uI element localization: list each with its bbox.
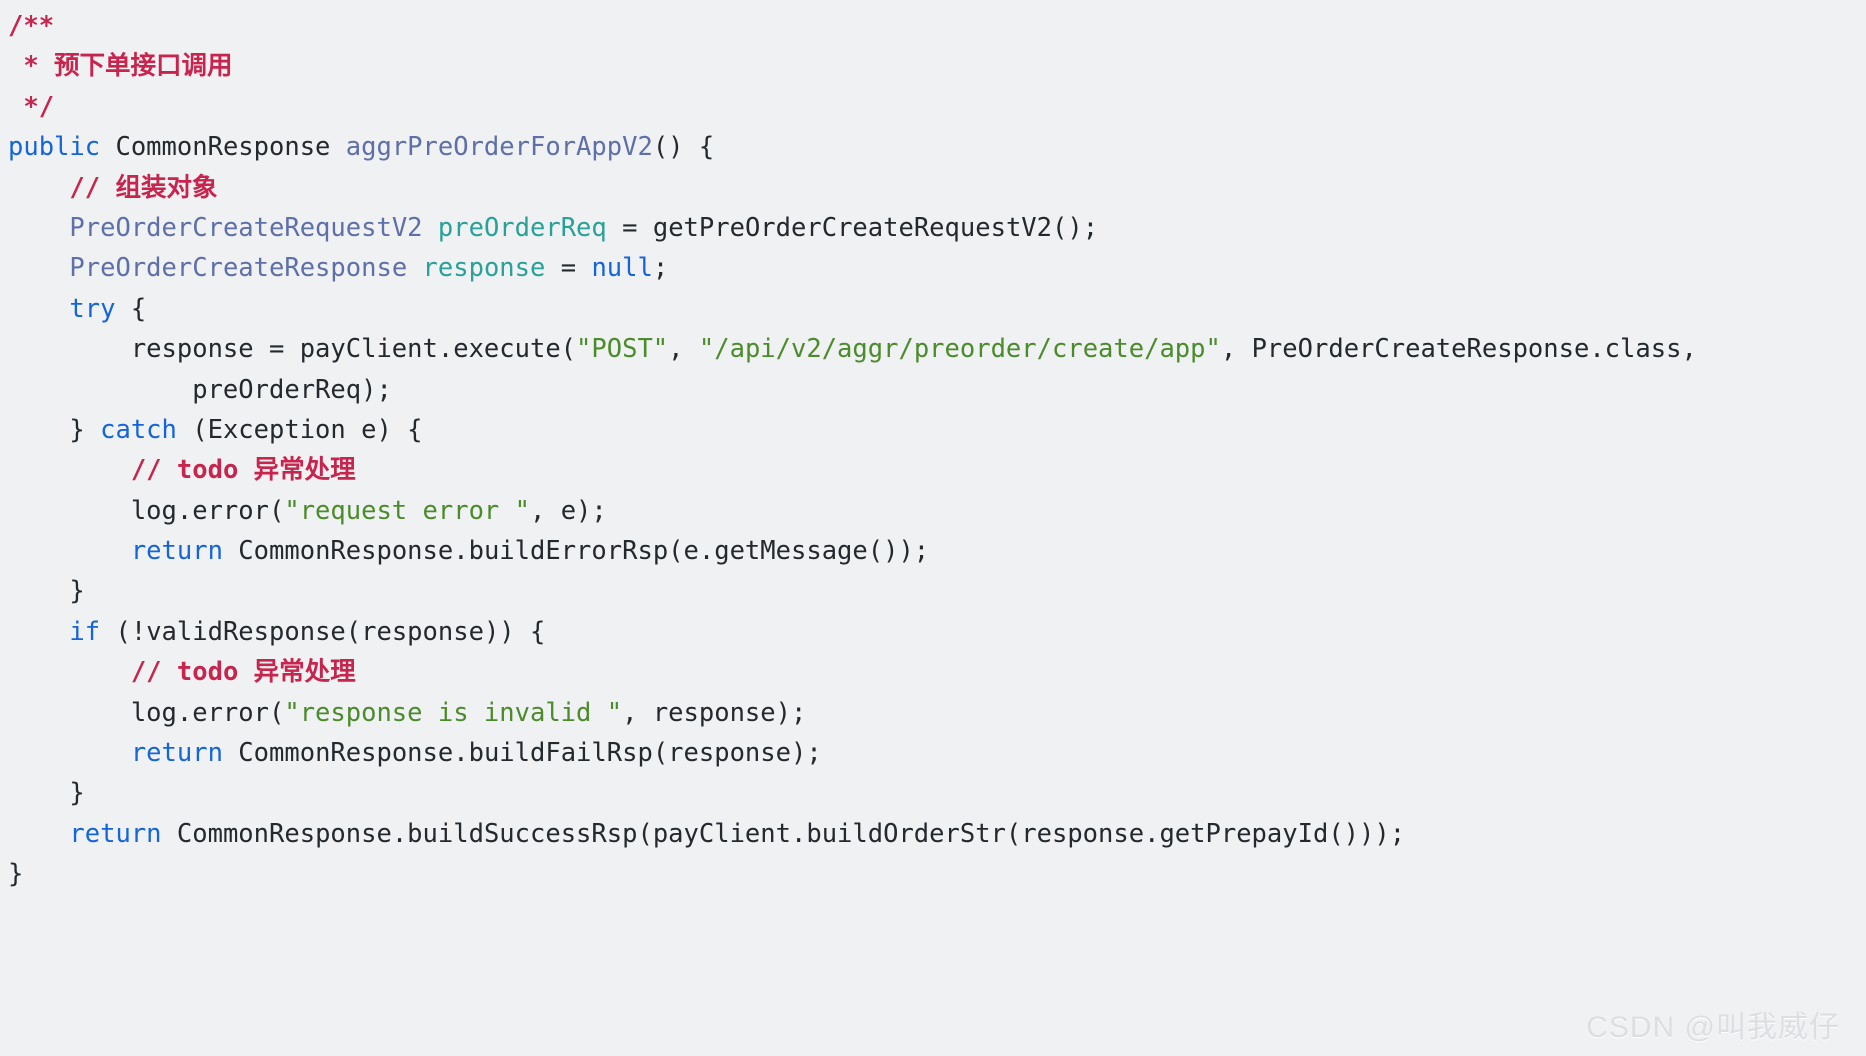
code-token-plain: response = payClient.execute( bbox=[8, 334, 577, 365]
code-line: } bbox=[8, 773, 1866, 813]
code-token-plain: preOrderReq); bbox=[8, 374, 392, 405]
code-line: * 预下单接口调用 bbox=[8, 46, 1866, 86]
code-token-keyword: return bbox=[130, 738, 223, 769]
code-token-plain: , bbox=[668, 334, 699, 365]
code-token-plain: (Exception e) { bbox=[176, 414, 423, 445]
code-token-keyword: try bbox=[69, 293, 116, 324]
code-token-keyword: if bbox=[69, 616, 101, 647]
code-token-plain: { bbox=[115, 293, 147, 324]
code-line: if (!validResponse(response)) { bbox=[8, 612, 1866, 652]
code-token-plain: CommonResponse.buildFailRsp(response); bbox=[222, 738, 822, 769]
code-token-plain: ; bbox=[652, 253, 669, 284]
code-line: } bbox=[8, 854, 1866, 894]
code-line: } catch (Exception e) { bbox=[8, 410, 1866, 450]
code-token-plain: CommonResponse.buildSuccessRsp(payClient… bbox=[161, 818, 1406, 849]
code-line: return CommonResponse.buildErrorRsp(e.ge… bbox=[8, 531, 1866, 571]
code-token-string: "response is invalid " bbox=[284, 697, 623, 728]
code-token-comment: // todo 异常处理 bbox=[130, 657, 356, 688]
code-token-comment: // 组装对象 bbox=[69, 172, 218, 203]
code-line: } bbox=[8, 571, 1866, 611]
code-line: PreOrderCreateRequestV2 preOrderReq = ge… bbox=[8, 208, 1866, 248]
code-token-keyword: return bbox=[130, 536, 223, 567]
code-token-plain: = getPreOrderCreateRequestV2(); bbox=[606, 212, 1099, 243]
code-token-plain: CommonResponse.buildErrorRsp(e.getMessag… bbox=[222, 536, 930, 567]
code-block: /** * 预下单接口调用 */ public CommonResponse ag… bbox=[0, 0, 1866, 1056]
code-line: return CommonResponse.buildFailRsp(respo… bbox=[8, 733, 1866, 773]
code-line: // todo 异常处理 bbox=[8, 450, 1866, 490]
code-token-string: "request error " bbox=[284, 495, 530, 526]
code-line: log.error("request error ", e); bbox=[8, 491, 1866, 531]
code-token-comment: // todo 异常处理 bbox=[130, 455, 356, 486]
code-line: // todo 异常处理 bbox=[8, 652, 1866, 692]
code-token-plain: log.error( bbox=[8, 697, 285, 728]
code-token-plain: CommonResponse bbox=[100, 132, 346, 163]
code-token-comment: * 预下单接口调用 bbox=[8, 51, 233, 82]
code-line: public CommonResponse aggrPreOrderForApp… bbox=[8, 127, 1866, 167]
code-token-keyword: public bbox=[8, 132, 101, 163]
code-token-string: "/api/v2/aggr/preorder/create/app" bbox=[698, 334, 1221, 365]
code-token-plain: (!validResponse(response)) { bbox=[100, 616, 546, 647]
code-token-plain: , PreOrderCreateResponse.class, bbox=[1220, 334, 1697, 365]
code-line: response = payClient.execute("POST", "/a… bbox=[8, 329, 1866, 369]
code-line: try { bbox=[8, 289, 1866, 329]
code-token-comment: */ bbox=[8, 91, 55, 122]
code-token-plain: , response); bbox=[622, 697, 807, 728]
code-token-field: preOrderReq bbox=[437, 212, 607, 243]
code-token-field: response bbox=[422, 253, 546, 284]
code-token-keyword: catch bbox=[100, 414, 177, 445]
code-token-plain: } bbox=[8, 859, 24, 890]
code-line: return CommonResponse.buildSuccessRsp(pa… bbox=[8, 814, 1866, 854]
code-line: */ bbox=[8, 87, 1866, 127]
code-line: PreOrderCreateResponse response = null; bbox=[8, 248, 1866, 288]
code-token-plain: log.error( bbox=[8, 495, 285, 526]
code-token-plain: = bbox=[545, 253, 592, 284]
code-token-keyword: null bbox=[591, 253, 653, 284]
code-line: log.error("response is invalid ", respon… bbox=[8, 693, 1866, 733]
code-line: /** bbox=[8, 6, 1866, 46]
code-token-keyword: return bbox=[69, 818, 162, 849]
code-token-plain: } bbox=[8, 576, 85, 607]
code-token-plain: () { bbox=[652, 132, 715, 163]
code-line: preOrderReq); bbox=[8, 370, 1866, 410]
csdn-watermark: CSDN @叫我威仔 bbox=[1586, 1011, 1840, 1044]
code-token-plain: , e); bbox=[529, 495, 607, 526]
code-line: // 组装对象 bbox=[8, 168, 1866, 208]
code-token-type: PreOrderCreateRequestV2 bbox=[69, 212, 423, 243]
code-token-plain: } bbox=[8, 414, 101, 445]
code-token-string: "POST" bbox=[576, 334, 669, 365]
code-token-type: PreOrderCreateResponse bbox=[69, 253, 408, 284]
code-token-plain: } bbox=[8, 778, 85, 809]
code-token-type: aggrPreOrderForAppV2 bbox=[345, 132, 653, 163]
code-token-comment: /** bbox=[8, 11, 55, 41]
